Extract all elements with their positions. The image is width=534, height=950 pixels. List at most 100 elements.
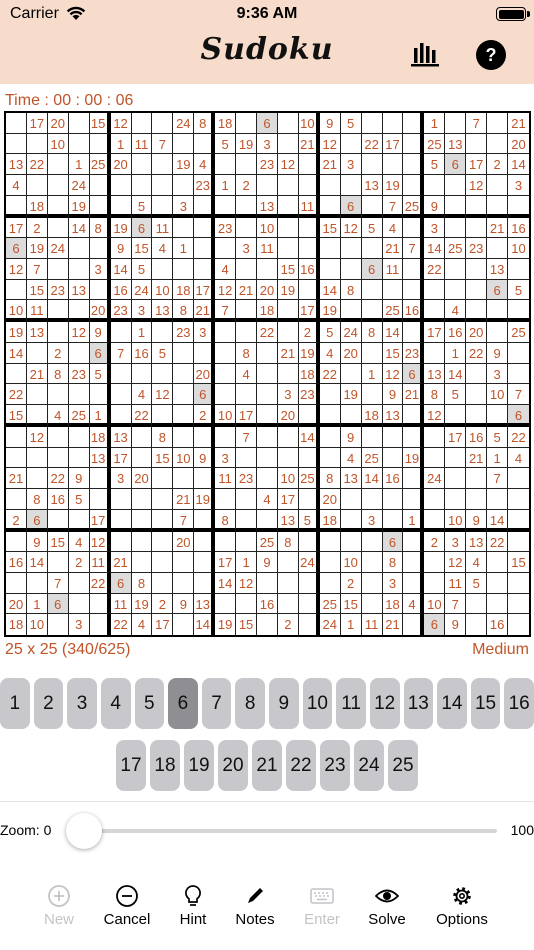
board-cell[interactable]	[403, 404, 425, 427]
board-cell[interactable]	[110, 509, 132, 532]
board-cell[interactable]	[215, 363, 237, 385]
board-cell[interactable]: 3	[215, 447, 237, 469]
board-cell[interactable]	[340, 174, 362, 196]
board-cell[interactable]	[194, 426, 216, 448]
board-cell[interactable]: 4	[445, 300, 467, 323]
board-cell[interactable]: 25	[424, 133, 446, 155]
board-cell[interactable]: 6	[131, 217, 153, 239]
board-cell[interactable]	[445, 279, 467, 301]
board-cell[interactable]: 8	[152, 426, 174, 448]
board-cell[interactable]: 13	[424, 363, 446, 385]
board-cell[interactable]	[319, 258, 341, 280]
board-cell[interactable]: 10	[487, 384, 509, 405]
board-cell[interactable]	[236, 322, 258, 343]
board-cell[interactable]: 2	[277, 614, 299, 635]
board-cell[interactable]: 22	[110, 614, 132, 635]
board-cell[interactable]: 19	[131, 593, 153, 615]
board-cell[interactable]: 7	[26, 258, 48, 280]
board-cell[interactable]	[152, 531, 174, 553]
board-cell[interactable]: 11	[298, 195, 320, 218]
board-cell[interactable]	[508, 258, 529, 280]
board-cell[interactable]: 12	[466, 174, 488, 196]
board-cell[interactable]: 13	[382, 404, 404, 427]
board-cell[interactable]	[257, 509, 278, 532]
board-cell[interactable]	[47, 300, 69, 323]
board-cell[interactable]	[257, 468, 278, 489]
board-cell[interactable]	[47, 426, 69, 448]
board-cell[interactable]	[89, 174, 111, 196]
board-cell[interactable]	[319, 552, 341, 573]
board-cell[interactable]: 25	[445, 238, 467, 259]
board-cell[interactable]: 25	[257, 531, 278, 553]
board-cell[interactable]: 22	[257, 322, 278, 343]
board-cell[interactable]: 19	[319, 300, 341, 323]
number-key-18[interactable]: 18	[150, 740, 180, 791]
board-cell[interactable]	[89, 238, 111, 259]
board-cell[interactable]: 16	[257, 593, 278, 615]
board-cell[interactable]: 9	[466, 509, 488, 532]
board-cell[interactable]	[131, 447, 153, 469]
board-cell[interactable]: 3	[277, 384, 299, 405]
board-cell[interactable]: 14	[6, 342, 27, 364]
board-cell[interactable]	[319, 447, 341, 469]
board-cell[interactable]: 20	[89, 300, 111, 323]
help-button[interactable]: ?	[476, 40, 506, 70]
board-cell[interactable]	[424, 279, 446, 301]
board-cell[interactable]	[403, 133, 425, 155]
board-cell[interactable]: 3	[194, 322, 216, 343]
board-cell[interactable]	[131, 488, 153, 510]
board-cell[interactable]: 3	[508, 174, 529, 196]
board-cell[interactable]: 16	[131, 342, 153, 364]
board-cell[interactable]	[173, 133, 195, 155]
board-cell[interactable]	[361, 384, 383, 405]
board-cell[interactable]: 20	[47, 113, 69, 134]
board-cell[interactable]: 16	[466, 426, 488, 448]
board-cell[interactable]	[487, 174, 509, 196]
board-cell[interactable]	[298, 572, 320, 594]
board-cell[interactable]	[424, 447, 446, 469]
board-cell[interactable]	[236, 113, 258, 134]
board-cell[interactable]: 4	[152, 238, 174, 259]
board-cell[interactable]	[487, 404, 509, 427]
number-key-5[interactable]: 5	[134, 678, 165, 729]
board-cell[interactable]	[26, 342, 48, 364]
board-cell[interactable]: 1	[89, 404, 111, 427]
board-cell[interactable]: 12	[445, 552, 467, 573]
board-cell[interactable]	[361, 279, 383, 301]
board-cell[interactable]	[194, 217, 216, 239]
board-cell[interactable]: 12	[68, 322, 90, 343]
board-cell[interactable]	[215, 322, 237, 343]
board-cell[interactable]: 1	[487, 447, 509, 469]
board-cell[interactable]	[382, 113, 404, 134]
board-cell[interactable]: 13	[194, 593, 216, 615]
board-cell[interactable]: 6	[445, 154, 467, 175]
board-cell[interactable]: 6	[6, 238, 27, 259]
board-cell[interactable]	[508, 509, 529, 532]
number-key-7[interactable]: 7	[201, 678, 232, 729]
board-cell[interactable]: 8	[236, 342, 258, 364]
board-cell[interactable]	[89, 488, 111, 510]
board-cell[interactable]	[298, 488, 320, 510]
board-cell[interactable]	[26, 174, 48, 196]
board-cell[interactable]	[361, 195, 383, 218]
solve-button[interactable]: Solve	[352, 880, 422, 928]
board-cell[interactable]	[340, 404, 362, 427]
number-key-11[interactable]: 11	[336, 678, 366, 729]
board-cell[interactable]: 15	[340, 593, 362, 615]
board-cell[interactable]	[319, 174, 341, 196]
board-cell[interactable]: 1	[173, 238, 195, 259]
board-cell[interactable]: 8	[215, 509, 237, 532]
board-cell[interactable]	[445, 195, 467, 218]
board-cell[interactable]	[68, 113, 90, 134]
board-cell[interactable]	[215, 238, 237, 259]
board-cell[interactable]: 17	[298, 300, 320, 323]
board-cell[interactable]: 5	[298, 509, 320, 532]
board-cell[interactable]	[173, 342, 195, 364]
board-cell[interactable]: 22	[487, 531, 509, 553]
board-cell[interactable]: 12	[277, 154, 299, 175]
board-cell[interactable]: 7	[110, 342, 132, 364]
board-cell[interactable]: 6	[424, 614, 446, 635]
board-cell[interactable]: 9	[257, 552, 278, 573]
board-cell[interactable]	[508, 300, 529, 323]
board-cell[interactable]: 24	[319, 614, 341, 635]
